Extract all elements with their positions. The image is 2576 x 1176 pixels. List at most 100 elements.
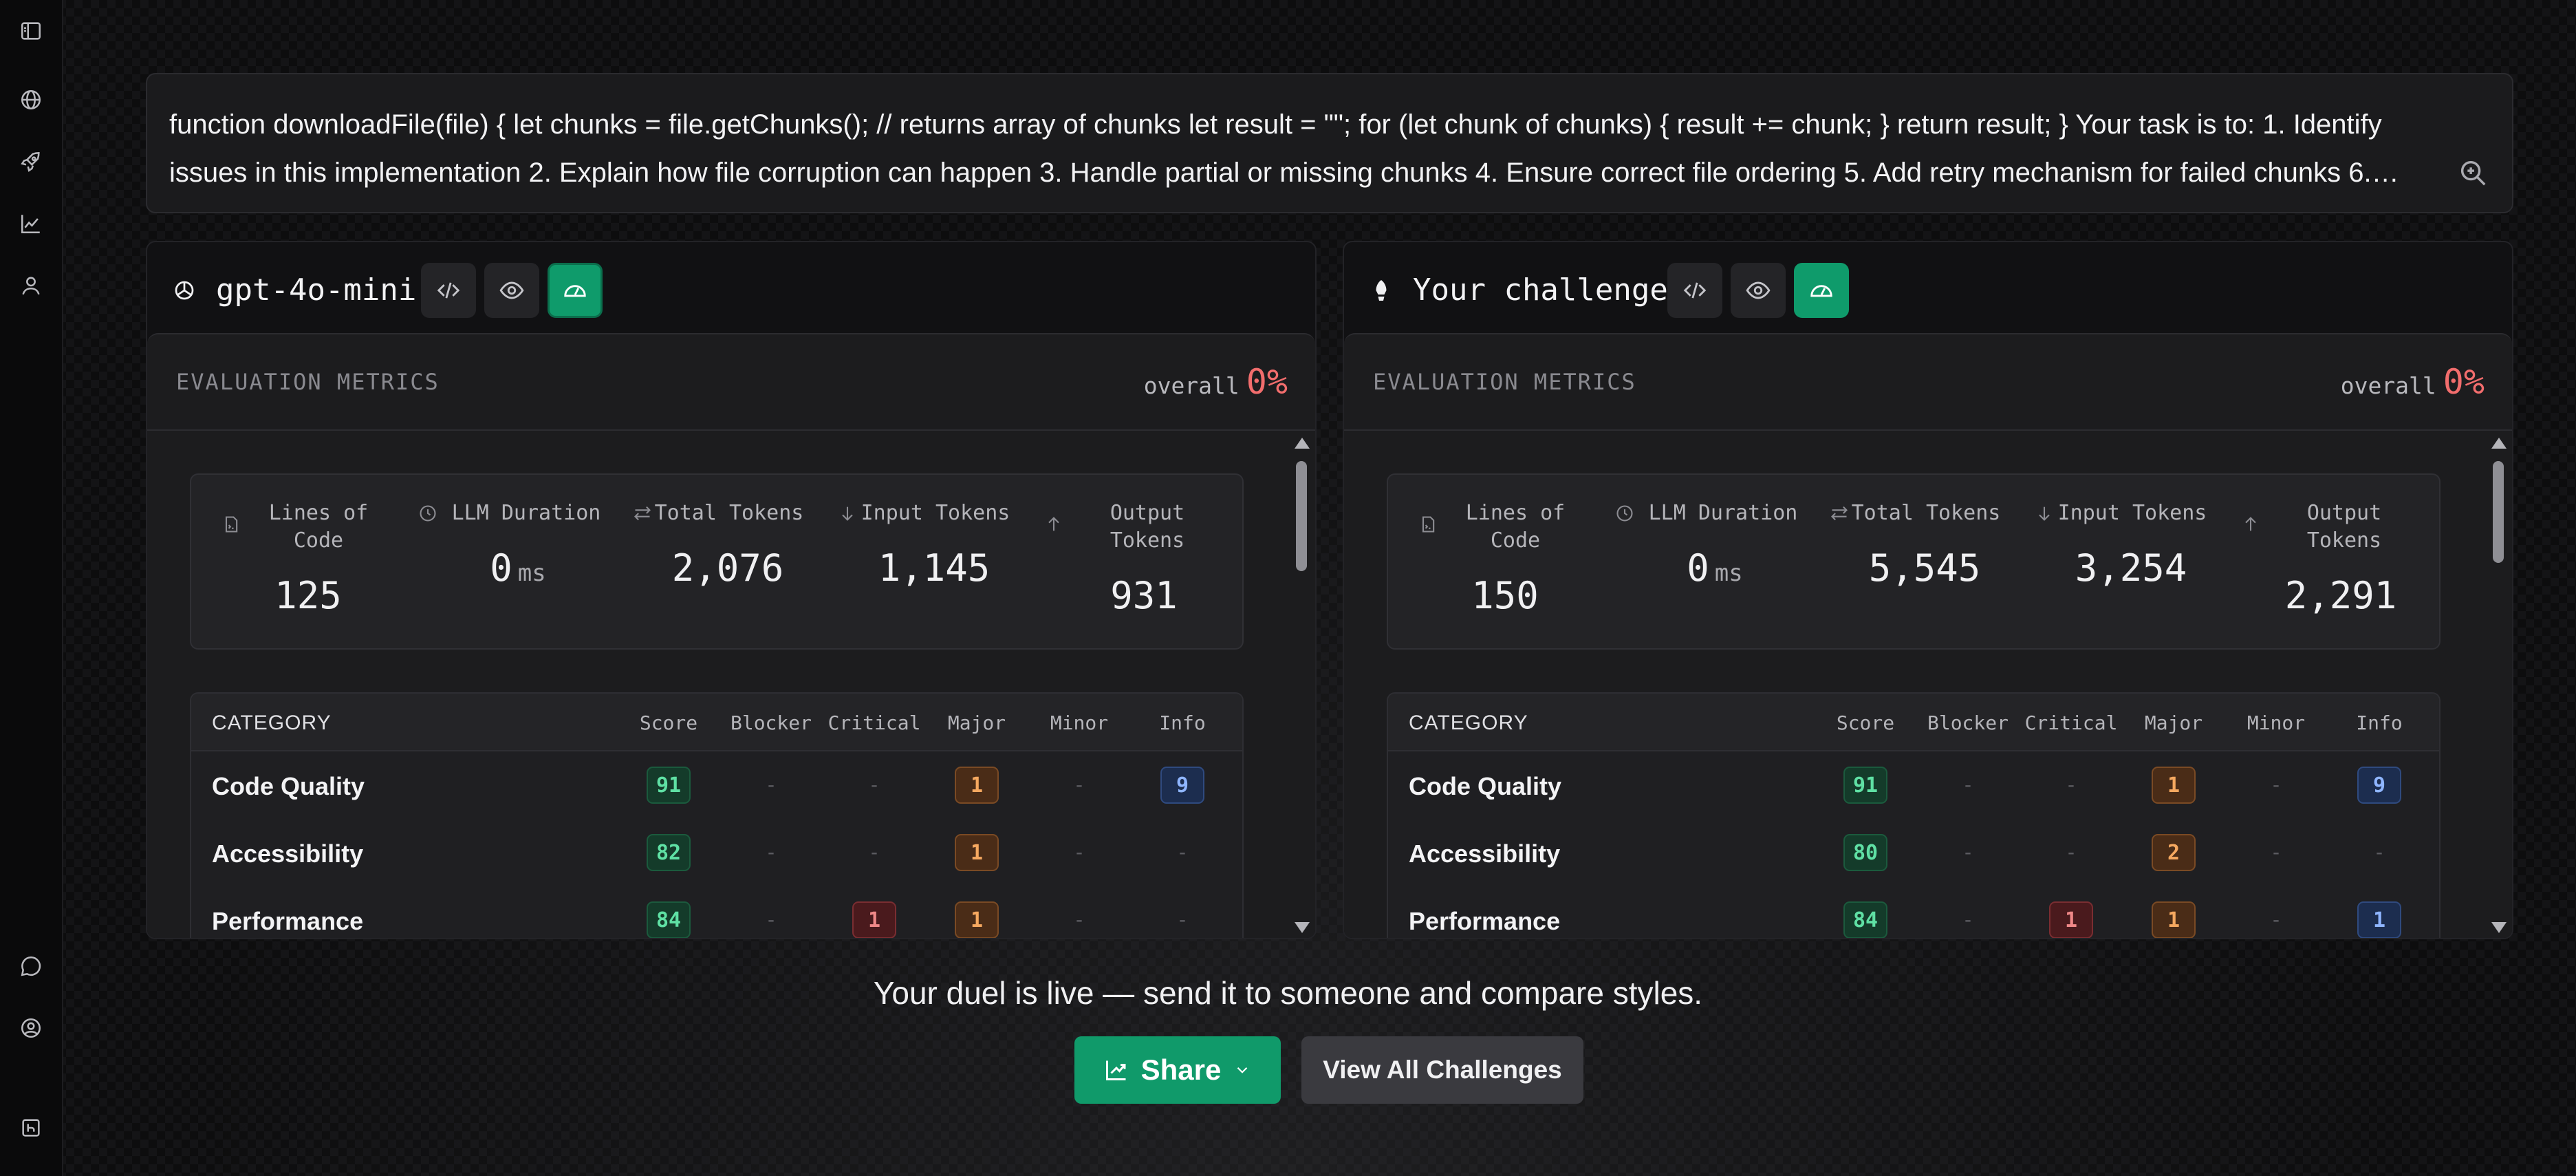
evaluation-metrics: EVALUATION METRICS overall 0% Lines of Co… — [1344, 333, 2512, 938]
user-icon[interactable] — [10, 264, 52, 307]
col-score: Score — [1836, 712, 1895, 734]
category-name: Code Quality — [212, 772, 365, 800]
code-view-button[interactable] — [1667, 263, 1722, 318]
category-name: Performance — [212, 907, 364, 935]
metrics-title: EVALUATION METRICS — [1373, 369, 1636, 395]
col-minor: Minor — [2247, 712, 2306, 734]
stat-label: Lines of Code — [1465, 501, 1566, 553]
metrics-header: EVALUATION METRICS overall 0% — [1344, 334, 2512, 431]
overall-label: overall — [2340, 372, 2436, 399]
eye-icon — [1746, 281, 1771, 299]
metrics-button[interactable] — [548, 263, 603, 318]
stat-llm-duration: LLM Duration 0 ms — [1615, 475, 1815, 651]
scroll-down-arrow[interactable] — [1295, 922, 1310, 933]
evaluation-metrics: EVALUATION METRICS overall 0% Lines of Co… — [147, 333, 1315, 938]
scroll-down-arrow[interactable] — [2491, 922, 2507, 933]
col-category: CATEGORY — [212, 712, 332, 734]
globe-icon[interactable] — [10, 78, 52, 121]
blocker-cell: - — [719, 901, 823, 938]
minor-cell: - — [2225, 901, 2328, 938]
stat-label: Output Tokens — [1110, 501, 1185, 553]
major-badge: 1 — [955, 901, 999, 938]
stat-output-tokens: Output Tokens 931 — [1044, 475, 1223, 651]
minor-cell: - — [2225, 834, 2328, 871]
major-badge: 1 — [2152, 767, 2196, 804]
file-icon — [225, 516, 238, 533]
rocket-icon[interactable] — [10, 140, 52, 183]
stat-value: 3,254 — [2075, 546, 2187, 590]
chart-icon[interactable] — [10, 202, 52, 245]
blocker-value: - — [768, 841, 775, 864]
info-badge: 9 — [1160, 767, 1204, 804]
metrics-button[interactable] — [1794, 263, 1849, 318]
category-name: Performance — [1409, 907, 1561, 935]
preview-button[interactable] — [1731, 263, 1786, 318]
scroll-up-arrow[interactable] — [2491, 438, 2507, 449]
stat-value: 150 — [1471, 574, 1539, 617]
model-name: gpt-4o-mini — [216, 272, 417, 308]
stat-label: Lines of Code — [268, 501, 369, 553]
stat-value: 2,291 — [2284, 574, 2397, 617]
minor-cell: - — [1028, 901, 1131, 938]
score-badge: 80 — [1843, 834, 1888, 871]
stat-lines-of-code: Lines of Code 150 — [1416, 475, 1594, 651]
view-all-challenges-button[interactable]: View All Challenges — [1301, 1036, 1583, 1104]
stat-label: Total Tokens — [654, 501, 804, 525]
info-cell: 9 — [2328, 767, 2431, 804]
duration-unit: ms — [517, 559, 546, 587]
gauge-icon — [1810, 285, 1832, 297]
stat-value: 1,145 — [878, 546, 991, 590]
scroll-up-arrow[interactable] — [1295, 438, 1310, 449]
critical-cell: - — [823, 767, 926, 804]
code-view-button[interactable] — [421, 263, 476, 318]
blocker-value: - — [1965, 908, 1971, 931]
major-badge: 1 — [955, 834, 999, 871]
chevron-down-icon — [1237, 1067, 1248, 1073]
model-panel-left: gpt-4o-mini EVALUATION METRICS overall 0%… — [146, 241, 1317, 939]
logo-icon[interactable] — [10, 1106, 52, 1149]
metrics-title: EVALUATION METRICS — [176, 369, 440, 395]
scroll-thumb[interactable] — [1296, 461, 1307, 571]
model-name: Your challenge — [1413, 272, 1668, 308]
overall-score: overall 0% — [1144, 362, 1288, 402]
preview-button[interactable] — [484, 263, 539, 318]
minor-cell: - — [1028, 767, 1131, 804]
info-cell: - — [1131, 834, 1234, 871]
col-blocker: Blocker — [1927, 712, 2009, 734]
table-row[interactable]: Performance 84 - 1 1 - 1 — [1388, 886, 2439, 938]
table-row[interactable]: Accessibility 80 - - 2 - - — [1388, 819, 2439, 886]
account-circle-icon[interactable] — [10, 1007, 52, 1049]
blocker-value: - — [768, 773, 775, 796]
table-row[interactable]: Code Quality 91 - - 1 - 9 — [191, 751, 1242, 819]
overall-score: overall 0% — [2341, 362, 2485, 402]
stat-value: 125 — [274, 574, 342, 617]
minor-cell: - — [2225, 767, 2328, 804]
info-badge: 9 — [2357, 767, 2401, 804]
metrics-scrollbar[interactable] — [1292, 438, 1311, 933]
scroll-thumb[interactable] — [2493, 461, 2504, 563]
stat-input-tokens: Input Tokens 3,254 — [2035, 475, 2214, 651]
share-trend-icon — [1105, 1060, 1126, 1080]
stat-value: 2,076 — [671, 546, 784, 590]
major-badge: 2 — [2152, 834, 2196, 871]
stats-card: Lines of Code 150 LLM Duration 0 ms Total… — [1387, 473, 2440, 650]
minor-value: - — [2273, 841, 2280, 864]
zoom-in-icon[interactable] — [2457, 157, 2489, 189]
stat-value: 5,545 — [1868, 546, 1981, 590]
blocker-value: - — [1965, 773, 1971, 796]
table-row[interactable]: Code Quality 91 - - 1 - 9 — [1388, 751, 2439, 819]
table-row[interactable]: Accessibility 82 - - 1 - - — [191, 819, 1242, 886]
blocker-cell: - — [719, 767, 823, 804]
major-cell: 1 — [925, 901, 1028, 938]
col-blocker: Blocker — [730, 712, 812, 734]
stat-label: LLM Duration — [1648, 501, 1798, 525]
sidebar-toggle-icon[interactable] — [10, 10, 52, 52]
score-cell: 82 — [617, 834, 720, 871]
share-button[interactable]: Share — [1074, 1036, 1281, 1104]
duration-number: 0 — [1687, 546, 1709, 590]
metrics-scrollbar[interactable] — [2489, 438, 2508, 933]
minor-value: - — [2273, 908, 2280, 931]
col-critical: Critical — [827, 712, 921, 734]
share-label: Share — [1140, 1054, 1222, 1086]
table-row[interactable]: Performance 84 - 1 1 - - — [191, 886, 1242, 938]
